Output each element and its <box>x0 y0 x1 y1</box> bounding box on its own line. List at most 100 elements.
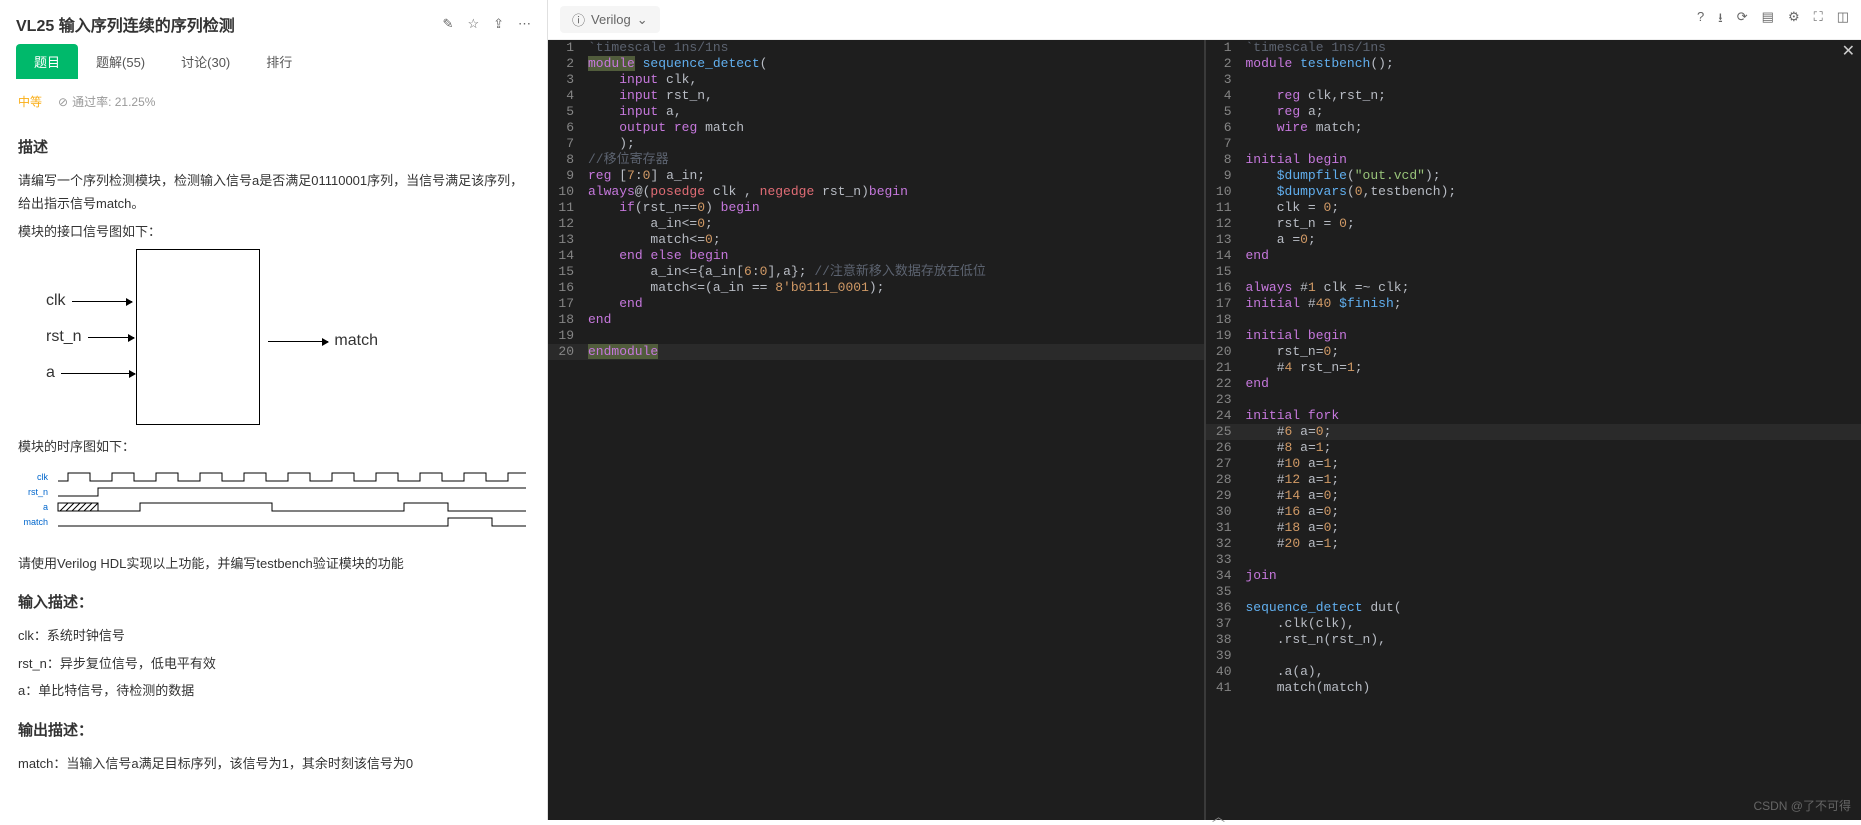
tab-solutions[interactable]: 题解(55) <box>78 44 163 79</box>
code-line[interactable]: 14 end else begin <box>548 248 1204 264</box>
code-line[interactable]: 10 $dumpvars(0,testbench); <box>1206 184 1861 200</box>
code-line[interactable]: 2module sequence_detect( <box>548 56 1204 72</box>
code-line[interactable]: 7 <box>1206 136 1861 152</box>
code-line[interactable]: 16 match<=(a_in == 8'b0111_0001); <box>548 280 1204 296</box>
port-match: match <box>334 327 378 356</box>
code-line[interactable]: 13 a =0; <box>1206 232 1861 248</box>
code-line[interactable]: 24initial fork <box>1206 408 1861 424</box>
input-line-3: a：单比特信号，待检测的数据 <box>18 679 529 702</box>
editor-left[interactable]: 1`timescale 1ns/1ns2module sequence_dete… <box>548 40 1204 820</box>
code-line[interactable]: 34join <box>1206 568 1861 584</box>
code-line[interactable]: 14end <box>1206 248 1861 264</box>
tab-rank[interactable]: 排行 <box>248 44 310 79</box>
code-line[interactable]: 11 if(rst_n==0) begin <box>548 200 1204 216</box>
problem-header-icons: ✎ ☆ ⇪ ⋯ <box>443 16 531 32</box>
input-line-2: rst_n：异步复位信号，低电平有效 <box>18 652 529 675</box>
code-line[interactable]: 17 end <box>548 296 1204 312</box>
code-line[interactable]: 10always@(posedge clk , negedge rst_n)be… <box>548 184 1204 200</box>
close-icon[interactable]: ✕ <box>1842 44 1855 60</box>
code-line[interactable]: 9 $dumpfile("out.vcd"); <box>1206 168 1861 184</box>
code-line[interactable]: 3 input clk, <box>548 72 1204 88</box>
output-line: match：当输入信号a满足目标序列，该信号为1，其余时刻该信号为0 <box>18 752 529 775</box>
code-line[interactable]: 41 match(match) <box>1206 680 1861 696</box>
code-line[interactable]: 6 wire match; <box>1206 120 1861 136</box>
code-line[interactable]: 33 <box>1206 552 1861 568</box>
check-icon: ⊘ <box>58 95 68 109</box>
editor-right[interactable]: ✕ 1`timescale 1ns/1ns2module testbench()… <box>1204 40 1861 820</box>
pass-rate: ⊘ 通过率: 21.25% <box>58 93 155 110</box>
code-line[interactable]: 23 <box>1206 392 1861 408</box>
code-line[interactable]: 39 <box>1206 648 1861 664</box>
code-line[interactable]: 40 .a(a), <box>1206 664 1861 680</box>
help-icon[interactable]: ? <box>1697 9 1704 31</box>
code-line[interactable]: 16always #1 clk =~ clk; <box>1206 280 1861 296</box>
code-line[interactable]: 37 .clk(clk), <box>1206 616 1861 632</box>
download-icon[interactable]: ⭳ <box>1718 9 1723 31</box>
code-line[interactable]: 11 clk = 0; <box>1206 200 1861 216</box>
code-line[interactable]: 1`timescale 1ns/1ns <box>548 40 1204 56</box>
difficulty-badge: 中等 <box>18 93 42 110</box>
info-icon: ⓘ <box>572 10 585 29</box>
code-line[interactable]: 6 output reg match <box>548 120 1204 136</box>
code-line[interactable]: 12 a_in<=0; <box>548 216 1204 232</box>
input-line-1: clk：系统时钟信号 <box>18 624 529 647</box>
drag-handle-icon[interactable]: ︿ <box>1205 812 1233 818</box>
code-line[interactable]: 36sequence_detect dut( <box>1206 600 1861 616</box>
share-icon[interactable]: ⇪ <box>493 16 504 32</box>
code-line[interactable]: 3 <box>1206 72 1861 88</box>
code-line[interactable]: 18end <box>548 312 1204 328</box>
chevron-down-icon: ⌄ <box>637 12 648 28</box>
code-line[interactable]: 2module testbench(); <box>1206 56 1861 72</box>
refresh-icon[interactable]: ⟳ <box>1737 9 1748 31</box>
tab-problem[interactable]: 题目 <box>16 44 78 79</box>
code-line[interactable]: 26 #8 a=1; <box>1206 440 1861 456</box>
more-icon[interactable]: ⋯ <box>518 16 531 32</box>
code-line[interactable]: 5 reg a; <box>1206 104 1861 120</box>
notes-icon[interactable]: ▤ <box>1762 9 1774 31</box>
problem-title: VL25 输入序列连续的序列检测 <box>16 12 235 36</box>
code-line[interactable]: 8initial begin <box>1206 152 1861 168</box>
code-line[interactable]: 13 match<=0; <box>548 232 1204 248</box>
code-line[interactable]: 17initial #40 $finish; <box>1206 296 1861 312</box>
code-line[interactable]: 8//移位寄存器 <box>548 152 1204 168</box>
code-line[interactable]: 4 reg clk,rst_n; <box>1206 88 1861 104</box>
code-line[interactable]: 18 <box>1206 312 1861 328</box>
code-line[interactable]: 15 a_in<={a_in[6:0],a}; //注意新移入数据存放在低位 <box>548 264 1204 280</box>
language-select[interactable]: ⓘ Verilog ⌄ <box>560 6 660 33</box>
code-line[interactable]: 38 .rst_n(rst_n), <box>1206 632 1861 648</box>
code-line[interactable]: 29 #14 a=0; <box>1206 488 1861 504</box>
code-line[interactable]: 5 input a, <box>548 104 1204 120</box>
svg-text:a: a <box>43 502 48 512</box>
fullscreen-icon[interactable]: ⛶ <box>1814 9 1823 31</box>
port-rstn: rst_n <box>46 323 82 352</box>
code-line[interactable]: 30 #16 a=0; <box>1206 504 1861 520</box>
code-line[interactable]: 20 rst_n=0; <box>1206 344 1861 360</box>
code-line[interactable]: 20endmodule <box>548 344 1204 360</box>
watermark: CSDN @了不可得 <box>1753 797 1851 814</box>
split-icon[interactable]: ◫ <box>1837 9 1849 31</box>
code-line[interactable]: 1`timescale 1ns/1ns <box>1206 40 1861 56</box>
code-toolbar: ⓘ Verilog ⌄ ? ⭳ ⟳ ▤ ⚙ ⛶ ◫ <box>548 0 1861 40</box>
code-line[interactable]: 27 #10 a=1; <box>1206 456 1861 472</box>
code-line[interactable]: 19 <box>548 328 1204 344</box>
code-line[interactable]: 21 #4 rst_n=1; <box>1206 360 1861 376</box>
code-line[interactable]: 4 input rst_n, <box>548 88 1204 104</box>
code-line[interactable]: 19initial begin <box>1206 328 1861 344</box>
code-line[interactable]: 22end <box>1206 376 1861 392</box>
code-line[interactable]: 32 #20 a=1; <box>1206 536 1861 552</box>
edit-icon[interactable]: ✎ <box>443 16 454 32</box>
code-line[interactable]: 35 <box>1206 584 1861 600</box>
settings-icon[interactable]: ⚙ <box>1788 9 1800 31</box>
code-line[interactable]: 7 ); <box>548 136 1204 152</box>
code-line[interactable]: 9reg [7:0] a_in; <box>548 168 1204 184</box>
block-diagram: clk rst_n a match <box>18 249 378 429</box>
code-line[interactable]: 28 #12 a=1; <box>1206 472 1861 488</box>
code-line[interactable]: 31 #18 a=0; <box>1206 520 1861 536</box>
code-line[interactable]: 12 rst_n = 0; <box>1206 216 1861 232</box>
star-icon[interactable]: ☆ <box>467 16 479 32</box>
svg-text:match: match <box>23 517 48 527</box>
code-line[interactable]: 15 <box>1206 264 1861 280</box>
tab-discuss[interactable]: 讨论(30) <box>163 44 248 79</box>
desc-port-hint: 模块的接口信号图如下： <box>18 220 529 243</box>
code-line[interactable]: 25 #6 a=0; <box>1206 424 1861 440</box>
